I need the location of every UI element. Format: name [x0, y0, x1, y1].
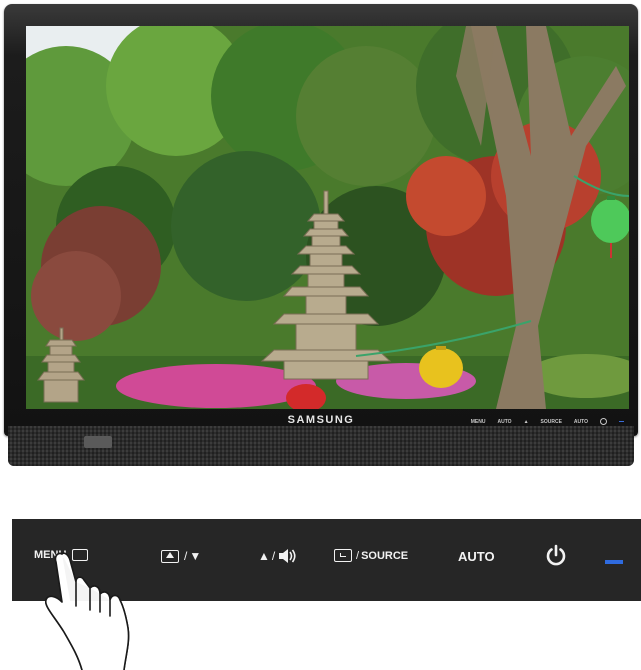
volume-up-button[interactable]: ▲ /	[258, 549, 297, 563]
auto-button-label: AUTO	[458, 549, 495, 564]
source-button[interactable]: / SOURCE	[334, 549, 408, 562]
source-button-label: SOURCE	[361, 549, 409, 562]
power-indicator-led	[605, 560, 623, 564]
monitor-screen-image	[26, 26, 629, 409]
pointing-hand-icon	[44, 552, 130, 670]
mini-menu-button[interactable]: MENU	[471, 419, 486, 425]
monitor: SAMSUNG MENU AUTO ▲ SOURCE AUTO	[4, 4, 638, 436]
separator-slash: /	[184, 549, 188, 563]
power-button[interactable]	[544, 544, 568, 568]
separator-slash: /	[356, 549, 360, 562]
base-badge-icon	[84, 436, 112, 448]
garden-pagoda-scene	[26, 26, 629, 409]
mini-up-button[interactable]: ▲	[524, 419, 529, 425]
mini-source-button[interactable]: SOURCE	[541, 419, 562, 425]
enter-box-icon	[334, 549, 352, 562]
monitor-front-buttons: MENU AUTO ▲ SOURCE AUTO	[471, 418, 624, 425]
mini-power-led	[619, 421, 624, 422]
power-icon	[546, 544, 566, 566]
mini-auto2-button[interactable]: AUTO	[574, 419, 588, 425]
mini-power-icon[interactable]	[600, 418, 607, 425]
up-arrow-icon: ▲	[258, 549, 270, 563]
mini-auto-button[interactable]: AUTO	[497, 419, 511, 425]
brightness-down-button[interactable]: / ▼	[161, 549, 201, 563]
auto-button[interactable]: AUTO	[458, 549, 495, 564]
down-arrow-icon: ▼	[189, 549, 202, 563]
separator-slash: /	[271, 549, 276, 563]
brightness-box-icon	[161, 549, 179, 563]
speaker-icon	[279, 549, 296, 563]
